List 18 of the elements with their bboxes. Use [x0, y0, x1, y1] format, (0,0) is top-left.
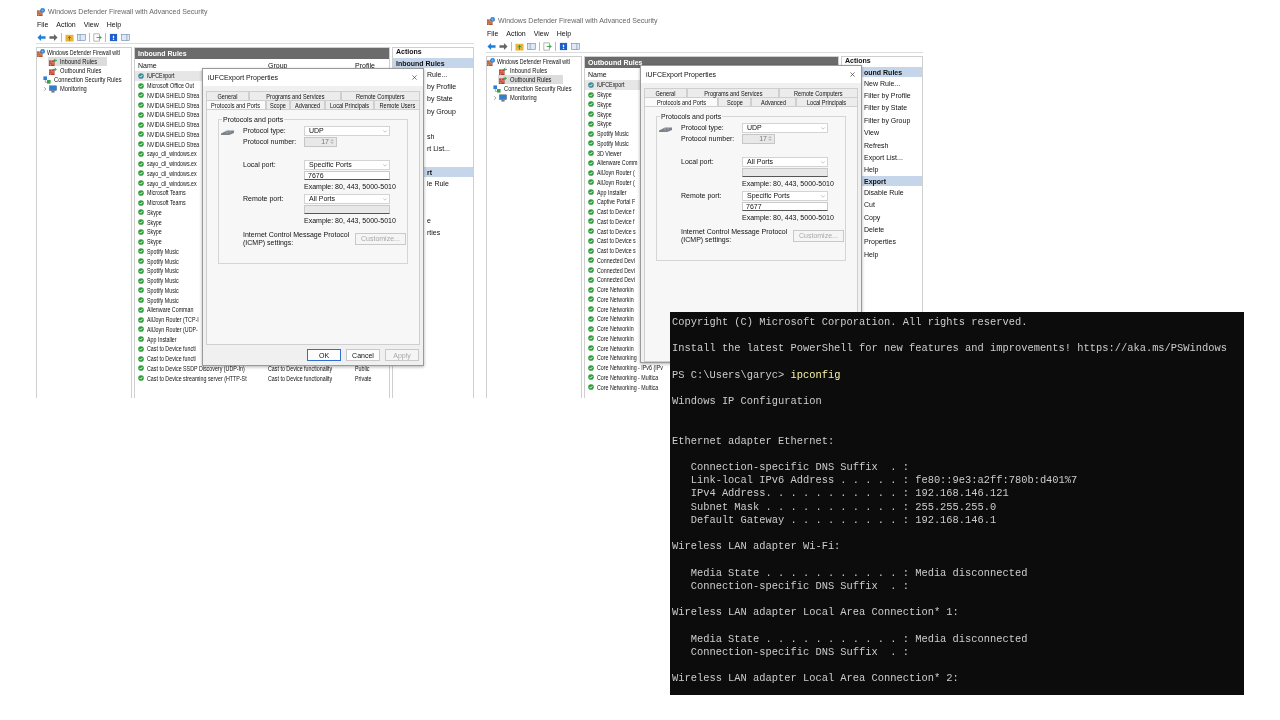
terminal-line: Default Gateway . . . . . . . . . : 192.168.146.1 [689, 513, 998, 527]
terminal-line: Connection-specific DNS Suffix . : [689, 579, 910, 593]
command-text: ipconfig [790, 368, 841, 381]
terminal-line: Windows IP Configuration [672, 395, 823, 409]
terminal-line: Copyright (C) Microsoft Corporation. All rights reserved. [672, 316, 1029, 330]
terminal-line: Connection-specific DNS Suffix . : [689, 461, 910, 475]
terminal-line: Media State . . . . . . . . . . . : Media disconnected [689, 632, 1029, 646]
terminal-line: Wireless LAN adapter Wi-Fi: [672, 540, 842, 554]
terminal-line: Ethernet adapter Ethernet: [672, 434, 836, 448]
terminal-line: Install the latest PowerShell for new features and improvements! https://aka.ms/PSWindows [672, 342, 1228, 356]
prompt-text: PS C:\Users\garyc> [672, 368, 785, 381]
terminal-line: Connection-specific DNS Suffix . : [689, 645, 910, 659]
terminal-line: IPv4 Address. . . . . . . . . . . : 192.168.146.121 [689, 487, 1010, 501]
terminal-line: Media State . . . . . . . . . . . : Media disconnected [689, 566, 1029, 580]
terminal-line: Wireless LAN adapter Local Area Connection* 1: [672, 606, 960, 620]
terminal-line: Link-local IPv6 Address . . . . . : fe80::9e3:a2ff:780b:d401%7 [689, 474, 1079, 488]
terminal-line: Subnet Mask . . . . . . . . . . . : 255.255.255.0 [689, 500, 998, 514]
terminal-line: Wireless LAN adapter Local Area Connection* 2: [672, 672, 960, 686]
